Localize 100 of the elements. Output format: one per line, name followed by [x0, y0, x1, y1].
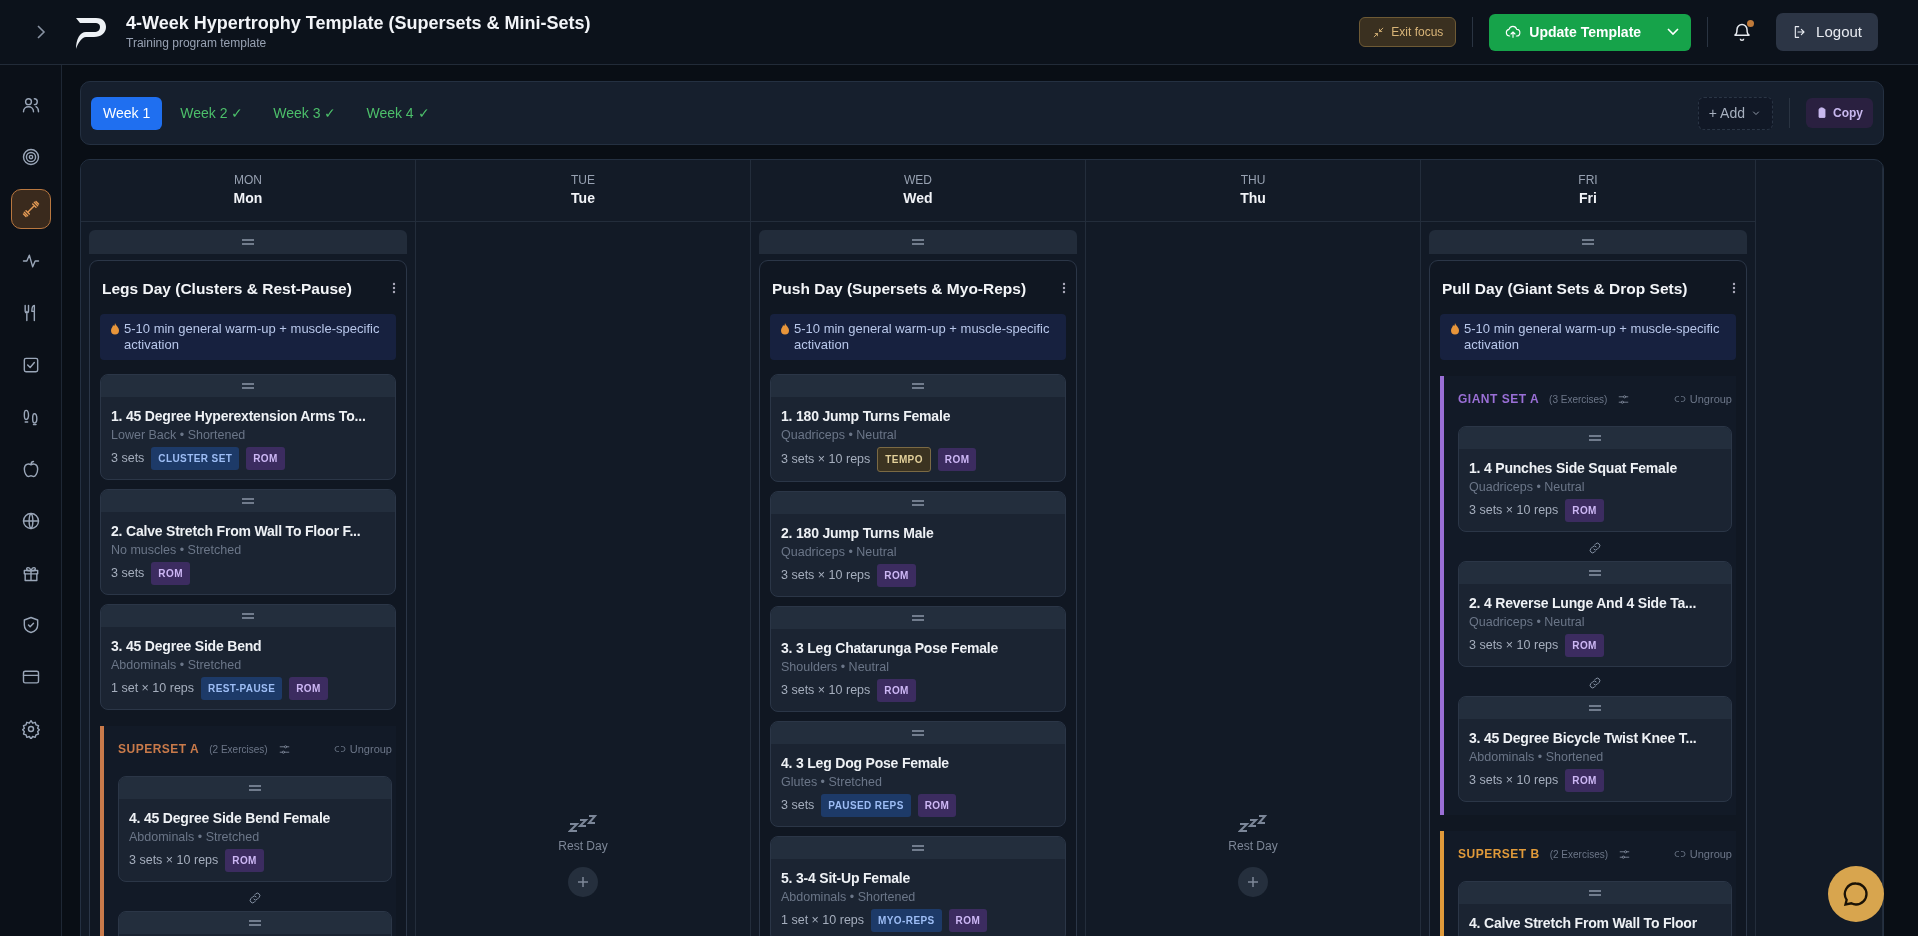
- exercise-card[interactable]: 4. 45 Degree Side Bend Female Abdominals • Stretched 3 sets × 10 reps ROM: [118, 776, 392, 883]
- week-tab[interactable]: Week 2 ✓: [168, 96, 256, 130]
- technique-tag: ROM: [151, 562, 190, 586]
- exercise-card[interactable]: 5. 3-4 Sit-Up Female Abdominals • Shortened 1 set × 10 reps MYO-REPS ROM: [770, 836, 1066, 936]
- dumbbell-icon[interactable]: [10, 189, 51, 229]
- sleep-zzz-icon: [1238, 815, 1268, 833]
- page-subtitle: Training program template: [126, 35, 268, 52]
- technique-tag: ROM: [225, 849, 264, 873]
- exercise-card[interactable]: 1. 45 Degree Hyperextension Arms To... Lower Back • Shortened 3 sets CLUSTER SET ROM: [100, 374, 396, 481]
- rest-day-label: Rest Day: [558, 838, 608, 855]
- drag-handle[interactable]: [771, 375, 1065, 398]
- drag-handle[interactable]: [119, 777, 391, 800]
- exercise-title: 4. 45 Degree Side Bend Female: [129, 809, 332, 829]
- drag-handle[interactable]: [771, 492, 1065, 515]
- sets-reps: 3 sets: [111, 450, 145, 468]
- technique-tag: ROM: [917, 794, 957, 818]
- warmup-note: 5-10 min general warm-up + muscle-specific activation: [124, 321, 381, 354]
- day-abbreviation: FRI: [1578, 172, 1598, 188]
- sliders-icon[interactable]: [1618, 847, 1632, 861]
- kebab-menu-icon[interactable]: [392, 281, 396, 295]
- drag-handle-icon[interactable]: [248, 919, 262, 928]
- exercise-card[interactable]: 3. 3 Leg Chatarunga Pose Female Shoulders • Neutral 3 sets × 10 reps ROM: [770, 606, 1066, 713]
- exercise-title: 2. Calve Stretch From Wall To Floor F...: [111, 522, 362, 542]
- ungroup-button[interactable]: Ungroup: [1673, 391, 1732, 408]
- exercise-card[interactable]: 3. 45 Degree Side Bend Abdominals • Stretched 1 set × 10 reps REST-PAUSE ROM: [100, 604, 396, 711]
- exercise-count: (2 Exercises): [1549, 847, 1609, 862]
- exercise-card[interactable]: 2. Calve Stretch From Wall To Floor F... No muscles • Stretched 3 sets ROM: [100, 489, 396, 596]
- add-workout-button[interactable]: [568, 867, 598, 897]
- drag-handle[interactable]: [1459, 427, 1731, 450]
- sliders-icon[interactable]: [1617, 392, 1631, 406]
- exercise-card[interactable]: 1. 180 Jump Turns Female Quadriceps • Neutral 3 sets × 10 reps TEMPO ROM: [770, 374, 1066, 483]
- plus-icon: [577, 876, 589, 888]
- week-tab[interactable]: Week 1: [91, 96, 163, 130]
- sets-reps: 3 sets: [111, 565, 145, 583]
- exercise-card[interactable]: 2. 4 Reverse Lunge And 4 Side Ta... Quadriceps • Neutral 3 sets × 10 reps ROM: [1458, 561, 1732, 668]
- exercise-muscle-info: Shoulders • Neutral: [781, 659, 890, 677]
- technique-tag: ROM: [1565, 499, 1604, 523]
- exercise-card[interactable]: 1. 4 Punches Side Squat Female Quadriceps • Neutral 3 sets × 10 reps ROM: [1458, 426, 1732, 533]
- kebab-menu-icon[interactable]: [1062, 281, 1066, 295]
- cloud-upload-icon: [1505, 24, 1522, 40]
- drag-handle[interactable]: [771, 607, 1065, 630]
- exercise-card[interactable]: 2. 180 Jump Turns Male Quadriceps • Neutral 3 sets × 10 reps ROM: [770, 491, 1066, 598]
- drag-handle[interactable]: [101, 375, 395, 398]
- sets-reps: 3 sets × 10 reps: [781, 682, 871, 700]
- warmup-note: 5-10 min general warm-up + muscle-specific activation: [794, 321, 1051, 354]
- day-abbreviation: THU: [1240, 172, 1266, 188]
- day-name: Tue: [571, 188, 595, 208]
- drag-handle[interactable]: [89, 230, 407, 254]
- exercise-muscle-info: Quadriceps • Neutral: [781, 544, 898, 562]
- exit-focus-button[interactable]: Exit focus: [1359, 17, 1457, 47]
- ungroup-button[interactable]: Ungroup: [1673, 846, 1732, 863]
- drag-handle[interactable]: [759, 230, 1077, 254]
- exercise-muscle-info: Abdominals • Stretched: [129, 829, 261, 847]
- exercise-title: 5. 3-4 Sit-Up Female: [781, 869, 912, 889]
- day-abbreviation: TUE: [571, 172, 595, 188]
- link-icon: [248, 891, 262, 906]
- week-tab[interactable]: Week 3 ✓: [261, 96, 349, 130]
- day-name: Fri: [1579, 188, 1597, 208]
- technique-tag: REST-PAUSE: [201, 677, 283, 701]
- drag-handle[interactable]: [1429, 230, 1747, 254]
- drag-handle[interactable]: [771, 837, 1065, 860]
- exercise-muscle-info: Lower Back • Shortened: [111, 427, 247, 445]
- technique-tag: CLUSTER SET: [151, 447, 240, 471]
- exercise-muscle-info: Abdominals • Shortened: [781, 889, 917, 907]
- sleep-zzz-icon: [568, 815, 598, 833]
- exercise-card[interactable]: 4. 3 Leg Dog Pose Female Glutes • Stretched 3 sets PAUSED REPS ROM: [770, 721, 1066, 828]
- link-icon: [1588, 676, 1602, 691]
- sets-reps: 3 sets × 10 reps: [781, 451, 871, 469]
- sets-reps: 3 sets: [781, 797, 815, 815]
- kebab-menu-icon[interactable]: [1732, 281, 1736, 295]
- group-label: GIANT SET A: [1458, 391, 1540, 409]
- drag-handle[interactable]: [771, 722, 1065, 745]
- group-label: SUPERSET A: [118, 741, 200, 759]
- drag-handle[interactable]: [101, 490, 395, 513]
- copy-button[interactable]: Copy: [1806, 98, 1873, 128]
- exercise-card[interactable]: 4. Calve Stretch From Wall To Floor: [1458, 881, 1732, 936]
- logout-button[interactable]: Logout: [1776, 12, 1878, 52]
- clipboard-icon: [1816, 107, 1828, 119]
- page-title: 4-Week Hypertrophy Template (Supersets & Mini-Sets): [126, 12, 591, 34]
- technique-tag: ROM: [1565, 634, 1604, 658]
- day-name: Wed: [903, 188, 933, 208]
- exercise-title: 1. 45 Degree Hyperextension Arms To...: [111, 407, 367, 427]
- workout-title: Pull Day (Giant Sets & Drop Sets): [1442, 279, 1688, 299]
- exercise-title: 1. 4 Punches Side Squat Female: [1469, 459, 1678, 479]
- drag-handle[interactable]: [1459, 882, 1731, 905]
- exercise-title: 3. 3 Leg Chatarunga Pose Female: [781, 639, 1000, 659]
- warmup-note: 5-10 min general warm-up + muscle-specific activation: [1464, 321, 1721, 354]
- week-tab[interactable]: Week 4 ✓: [354, 96, 442, 130]
- expand-icon[interactable]: [36, 25, 46, 39]
- ungroup-button[interactable]: Ungroup: [333, 741, 392, 758]
- drag-handle[interactable]: [101, 605, 395, 628]
- add-button[interactable]: + Add: [1697, 96, 1773, 130]
- technique-tag: PAUSED REPS: [821, 794, 911, 818]
- exercise-card[interactable]: 3. 45 Degree Bicycle Twist Knee T... Abdominals • Shortened 3 sets × 10 reps ROM: [1458, 696, 1732, 803]
- drag-handle[interactable]: [1459, 562, 1731, 585]
- bell-icon[interactable]: [1732, 22, 1753, 42]
- sliders-icon[interactable]: [277, 742, 291, 756]
- technique-tag: ROM: [246, 447, 285, 471]
- drag-handle[interactable]: [1459, 697, 1731, 720]
- add-workout-button[interactable]: [1238, 867, 1268, 897]
